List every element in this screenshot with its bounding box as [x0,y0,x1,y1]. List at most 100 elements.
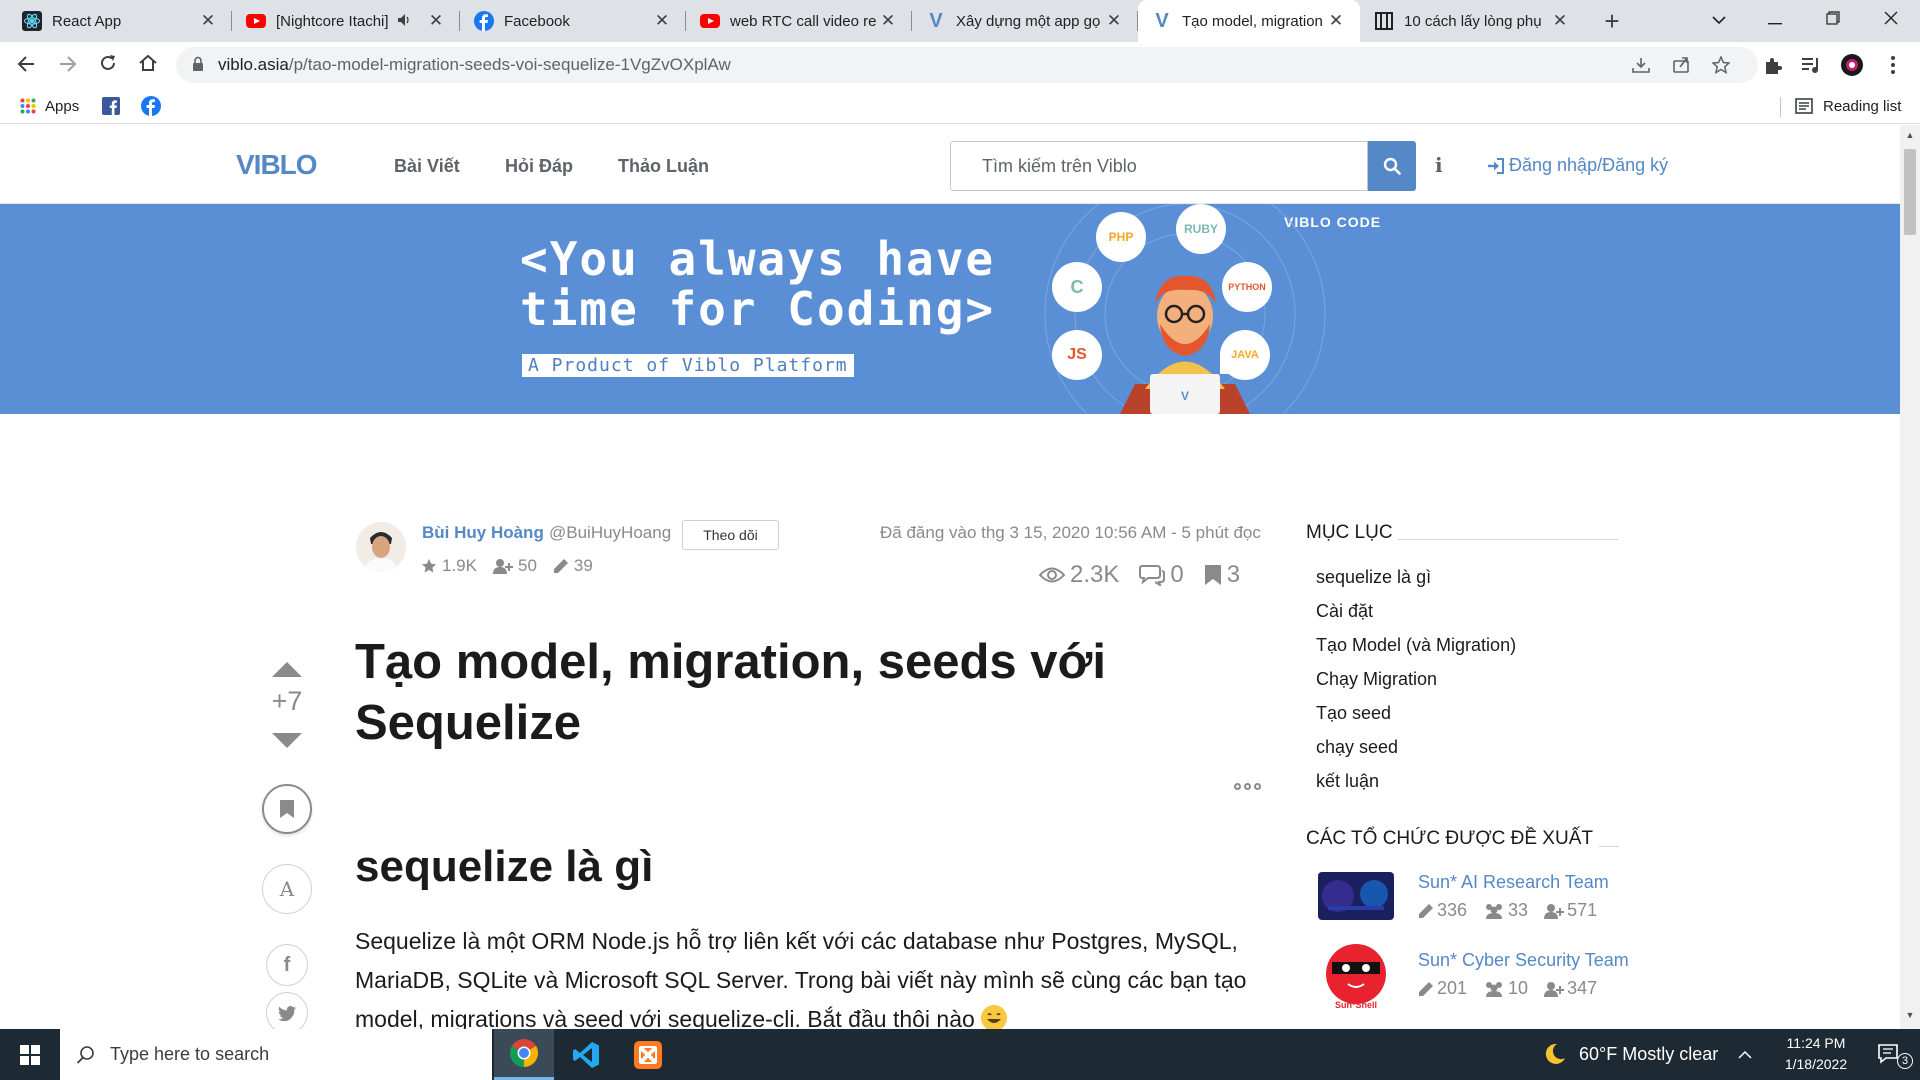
org-name[interactable]: Sun* AI Research Team [1418,872,1609,893]
tab-close-icon[interactable]: ✕ [1326,11,1346,31]
clock-date[interactable]: 1/18/2022 [1762,1056,1870,1072]
banner-subtitle: A Product of Viblo Platform [522,354,854,377]
install-app-icon[interactable] [1630,54,1652,76]
profile-avatar[interactable] [1839,52,1865,78]
org-name[interactable]: Sun* Cyber Security Team [1418,950,1629,971]
taskbar-chrome[interactable] [494,1029,554,1080]
extensions-icon[interactable] [1760,52,1786,78]
media-control-icon[interactable] [1798,52,1824,78]
banner-line-1: <You always have [520,232,996,286]
toc-item[interactable]: sequelize là gì [1316,567,1431,588]
tab-title: Facebook [504,12,570,30]
site-header: VIBLO Bài Viết Hỏi Đáp Thảo Luận i Đăng … [0,125,1900,204]
toc-item[interactable]: kết luận [1316,771,1379,792]
tab-title: [Nightcore Itachi] [276,12,389,30]
follow-button[interactable]: Theo dõi [682,520,779,550]
tab-close-icon[interactable]: ✕ [652,11,672,31]
author-avatar[interactable] [356,522,406,572]
search-button[interactable] [1368,141,1416,191]
views-stat: 2.3K [1039,561,1119,589]
tab-close-icon[interactable]: ✕ [878,11,898,31]
minimize-button[interactable] [1746,0,1804,42]
reading-list-button[interactable]: Reading list [1795,94,1901,118]
bookmark-facebook-square[interactable] [102,94,120,118]
nav-bai-viet[interactable]: Bài Viết [394,156,460,177]
toc-item[interactable]: Tạo Model (và Migration) [1316,635,1516,656]
more-options-button[interactable] [1234,783,1264,790]
home-button[interactable] [132,49,164,81]
tab-close-icon[interactable]: ✕ [426,11,446,31]
reading-list-icon [1795,98,1813,114]
reload-button[interactable] [92,49,124,81]
page-scrollbar[interactable]: ▲ ▼ [1900,125,1920,1029]
bookmark-button[interactable] [262,784,312,834]
section-heading: sequelize là gì [355,842,654,891]
bookmarks-stat[interactable]: 3 [1204,561,1240,589]
clock-time[interactable]: 11:24 PM [1762,1035,1870,1051]
bookmark-star-icon[interactable] [1710,54,1732,76]
scroll-thumb[interactable] [1904,149,1916,235]
search-input[interactable] [951,142,1367,190]
scroll-down-arrow[interactable]: ▼ [1900,1010,1920,1026]
bookmark-apps[interactable]: Apps [20,94,79,118]
search-field[interactable] [950,141,1368,191]
back-button[interactable] [10,49,42,81]
weather-widget[interactable]: 60°F Mostly clear [1543,1042,1718,1066]
tab-10-cach[interactable]: 10 cách lấy lòng phụ ✕ [1360,0,1584,42]
search-icon [76,1045,94,1064]
author-handle[interactable]: @BuiHuyHoang [549,523,671,543]
tab-react-app[interactable]: React App ✕ [8,0,232,42]
menu-icon[interactable] [1880,52,1906,78]
start-button[interactable] [0,1029,60,1080]
scroll-up-arrow[interactable]: ▲ [1900,130,1920,146]
toc-item[interactable]: Cài đặt [1316,601,1373,622]
taskbar-xampp[interactable] [618,1029,678,1080]
show-hidden-icons-button[interactable] [1730,1029,1760,1080]
taskbar-vscode[interactable] [556,1029,616,1080]
nav-hoi-dap[interactable]: Hỏi Đáp [505,156,573,177]
notifications-button[interactable]: 3 [1860,1029,1920,1080]
speaker-icon[interactable] [398,13,412,30]
bubble-js: JS [1052,330,1102,380]
tab-tao-model-active[interactable]: V Tạo model, migration ✕ [1138,0,1360,42]
info-icon[interactable]: i [1435,153,1443,177]
facebook-share-button[interactable]: f [266,944,308,986]
nav-thao-luan[interactable]: Thảo Luận [618,156,709,177]
tab-close-icon[interactable]: ✕ [1104,11,1124,31]
org-logo-ai-research[interactable] [1318,872,1394,920]
viblo-logo[interactable]: VIBLO [236,149,318,181]
toc-item[interactable]: Tạo seed [1316,703,1391,724]
lock-icon[interactable] [192,56,204,77]
font-size-button[interactable]: A [262,864,312,914]
downvote-button[interactable] [272,733,302,748]
forward-button[interactable] [52,49,84,81]
taskbar-search[interactable]: Type here to search [60,1029,492,1080]
reading-list-label: Reading list [1823,97,1902,115]
new-tab-button[interactable]: + [1596,5,1628,37]
upvote-button[interactable] [272,662,302,677]
tab-search-button[interactable] [1690,0,1748,42]
tab-facebook[interactable]: Facebook ✕ [460,0,686,42]
twitter-share-button[interactable] [266,992,308,1034]
tab-close-icon[interactable]: ✕ [198,11,218,31]
tab-nightcore[interactable]: [Nightcore Itachi] ✕ [232,0,460,42]
comments-stat[interactable]: 0 [1139,561,1184,589]
viblo-code-banner[interactable]: <You always have time for Coding> A Prod… [0,204,1900,414]
org-logo-cyber-security[interactable]: Sun*Shell [1318,938,1394,1014]
bookmark-facebook-round[interactable] [141,94,161,118]
toc-item[interactable]: Chạy Migration [1316,669,1437,690]
restore-button[interactable] [1804,0,1862,42]
tab-title: Xây dựng một app gọ [956,12,1101,30]
tab-xay-dung-app[interactable]: V Xây dựng một app gọ ✕ [912,0,1138,42]
bookmark-icon [280,800,294,818]
author-name[interactable]: Bùi Huy Hoàng [422,523,544,543]
tab-webrtc[interactable]: web RTC call video re ✕ [686,0,912,42]
bubble-php: PHP [1096,212,1146,262]
facebook-icon [474,11,494,31]
close-window-button[interactable] [1862,0,1920,42]
share-icon[interactable] [1670,54,1692,76]
tab-close-icon[interactable]: ✕ [1550,11,1570,31]
toc-item[interactable]: chạy seed [1316,737,1398,758]
login-link[interactable]: Đăng nhập/Đăng ký [1487,155,1668,176]
address-bar[interactable]: viblo.asia/p/tao-model-migration-seeds-v… [176,47,1758,83]
